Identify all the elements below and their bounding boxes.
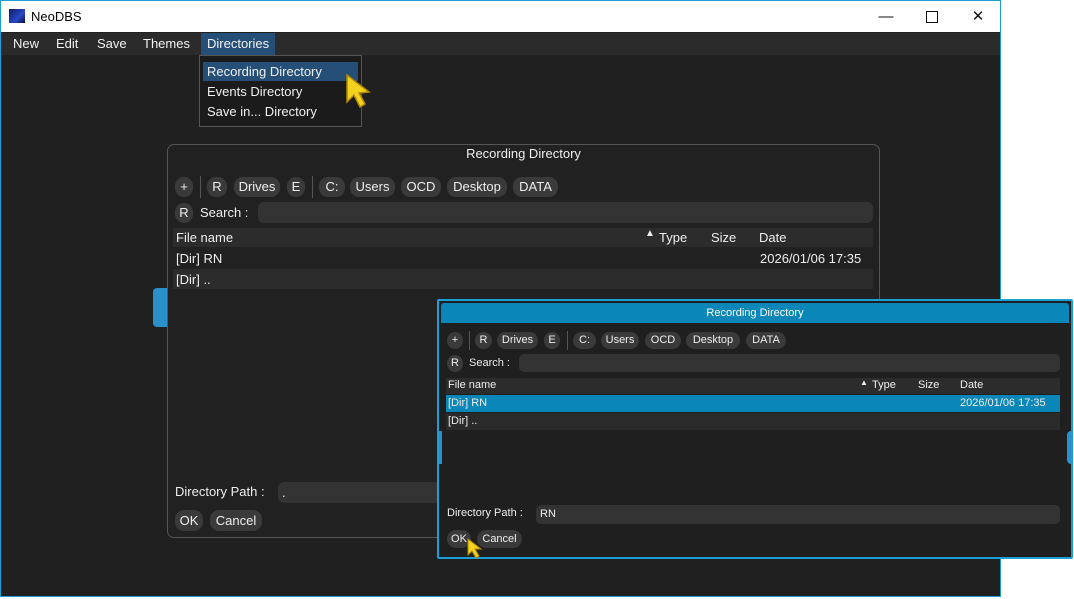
search-label: Search : bbox=[200, 205, 249, 220]
column-date[interactable]: Date bbox=[759, 230, 786, 245]
table-row-selected[interactable]: [Dir] RN 2026/01/06 17:35 bbox=[446, 395, 1060, 412]
directories-menu: Recording Directory Events Directory Sav… bbox=[199, 55, 362, 127]
search-reset-button[interactable]: R bbox=[447, 355, 463, 372]
search-input[interactable] bbox=[519, 354, 1060, 372]
path-segment-drive[interactable]: C: bbox=[573, 332, 596, 349]
menu-save[interactable]: Save bbox=[91, 33, 133, 55]
minimize-button[interactable]: — bbox=[863, 1, 909, 32]
menu-save-in-directory[interactable]: Save in... Directory bbox=[203, 102, 358, 121]
window-title: NeoDBS bbox=[31, 9, 82, 24]
pointer-cursor-icon bbox=[467, 537, 483, 559]
e-button[interactable]: E bbox=[544, 332, 560, 349]
row-name: [Dir] .. bbox=[448, 415, 478, 427]
drives-button[interactable]: Drives bbox=[234, 177, 280, 197]
path-segment-users[interactable]: Users bbox=[350, 177, 395, 197]
directory-path-label: Directory Path : bbox=[175, 484, 265, 499]
row-date: 2026/01/06 17:35 bbox=[960, 397, 1046, 409]
toolbar-separator bbox=[469, 331, 470, 350]
path-segment-desktop[interactable]: Desktop bbox=[686, 332, 740, 349]
maximize-icon bbox=[926, 11, 938, 24]
path-segment-drive[interactable]: C: bbox=[319, 177, 345, 197]
add-bookmark-button[interactable]: + bbox=[175, 177, 193, 197]
zoomed-file-dialog: Recording Directory + R Drives E C: User… bbox=[437, 299, 1073, 559]
sort-ascending-icon: ▲ bbox=[860, 378, 868, 387]
app-logo-icon bbox=[9, 9, 25, 23]
panel-tab[interactable] bbox=[439, 431, 442, 464]
search-reset-button[interactable]: R bbox=[175, 203, 193, 223]
column-size[interactable]: Size bbox=[711, 230, 736, 245]
r-button[interactable]: R bbox=[475, 332, 492, 349]
directory-path-label: Directory Path : bbox=[447, 507, 523, 519]
column-type[interactable]: Type bbox=[872, 379, 896, 391]
row-date: 2026/01/06 17:35 bbox=[760, 251, 862, 266]
file-list-header: File name ▲ Type Size Date bbox=[173, 228, 873, 247]
sort-ascending-icon: ▲ bbox=[645, 228, 655, 239]
cancel-button[interactable]: Cancel bbox=[210, 510, 262, 531]
table-row[interactable]: [Dir] .. bbox=[173, 269, 873, 289]
path-segment-ocd[interactable]: OCD bbox=[645, 332, 681, 349]
path-segment-desktop[interactable]: Desktop bbox=[447, 177, 507, 197]
path-segment-data[interactable]: DATA bbox=[746, 332, 786, 349]
column-file-name[interactable]: File name bbox=[448, 379, 496, 391]
directory-path-value: . bbox=[282, 485, 286, 500]
directory-path-value: RN bbox=[540, 508, 556, 520]
file-list-header: File name ▲ Type Size Date bbox=[446, 378, 1060, 394]
search-label: Search : bbox=[469, 357, 510, 369]
minimize-icon: — bbox=[878, 8, 894, 25]
menu-events-directory[interactable]: Events Directory bbox=[203, 82, 358, 101]
menu-new[interactable]: New bbox=[7, 33, 45, 55]
e-button[interactable]: E bbox=[287, 177, 305, 197]
toolbar-separator bbox=[567, 331, 568, 350]
title-bar: NeoDBS — ✕ bbox=[1, 1, 1000, 32]
table-row[interactable]: [Dir] .. bbox=[446, 413, 1060, 430]
close-button[interactable]: ✕ bbox=[955, 1, 1001, 32]
toolbar-separator bbox=[312, 176, 313, 198]
file-dialog-title: Recording Directory bbox=[466, 146, 581, 161]
column-file-name[interactable]: File name bbox=[176, 230, 233, 245]
row-name: [Dir] .. bbox=[176, 272, 211, 287]
column-date[interactable]: Date bbox=[960, 379, 983, 391]
path-segment-ocd[interactable]: OCD bbox=[401, 177, 441, 197]
toolbar-separator bbox=[200, 176, 201, 198]
path-segment-users[interactable]: Users bbox=[601, 332, 639, 349]
path-segment-data[interactable]: DATA bbox=[513, 177, 558, 197]
ok-button[interactable]: OK bbox=[175, 510, 203, 531]
row-name: [Dir] RN bbox=[448, 397, 488, 409]
zoomed-dialog-title: Recording Directory bbox=[441, 303, 1069, 323]
menu-themes[interactable]: Themes bbox=[137, 33, 196, 55]
menu-recording-directory[interactable]: Recording Directory bbox=[203, 62, 358, 81]
row-name: [Dir] RN bbox=[176, 251, 223, 266]
drives-button[interactable]: Drives bbox=[497, 332, 538, 349]
search-input[interactable] bbox=[258, 202, 873, 223]
r-button[interactable]: R bbox=[207, 177, 227, 197]
maximize-button[interactable] bbox=[909, 1, 955, 32]
panel-tab[interactable] bbox=[1067, 431, 1071, 464]
column-size[interactable]: Size bbox=[918, 379, 939, 391]
menu-edit[interactable]: Edit bbox=[50, 33, 84, 55]
close-icon: ✕ bbox=[971, 8, 985, 25]
menu-bar: New Edit Save Themes Directories bbox=[1, 33, 1000, 55]
menu-directories[interactable]: Directories bbox=[201, 33, 276, 55]
table-row[interactable]: [Dir] RN 2026/01/06 17:35 bbox=[173, 248, 873, 268]
column-type[interactable]: Type bbox=[659, 230, 687, 245]
add-bookmark-button[interactable]: + bbox=[447, 332, 463, 349]
pointer-cursor-icon bbox=[346, 73, 371, 109]
directory-path-input[interactable]: RN bbox=[536, 505, 1060, 524]
